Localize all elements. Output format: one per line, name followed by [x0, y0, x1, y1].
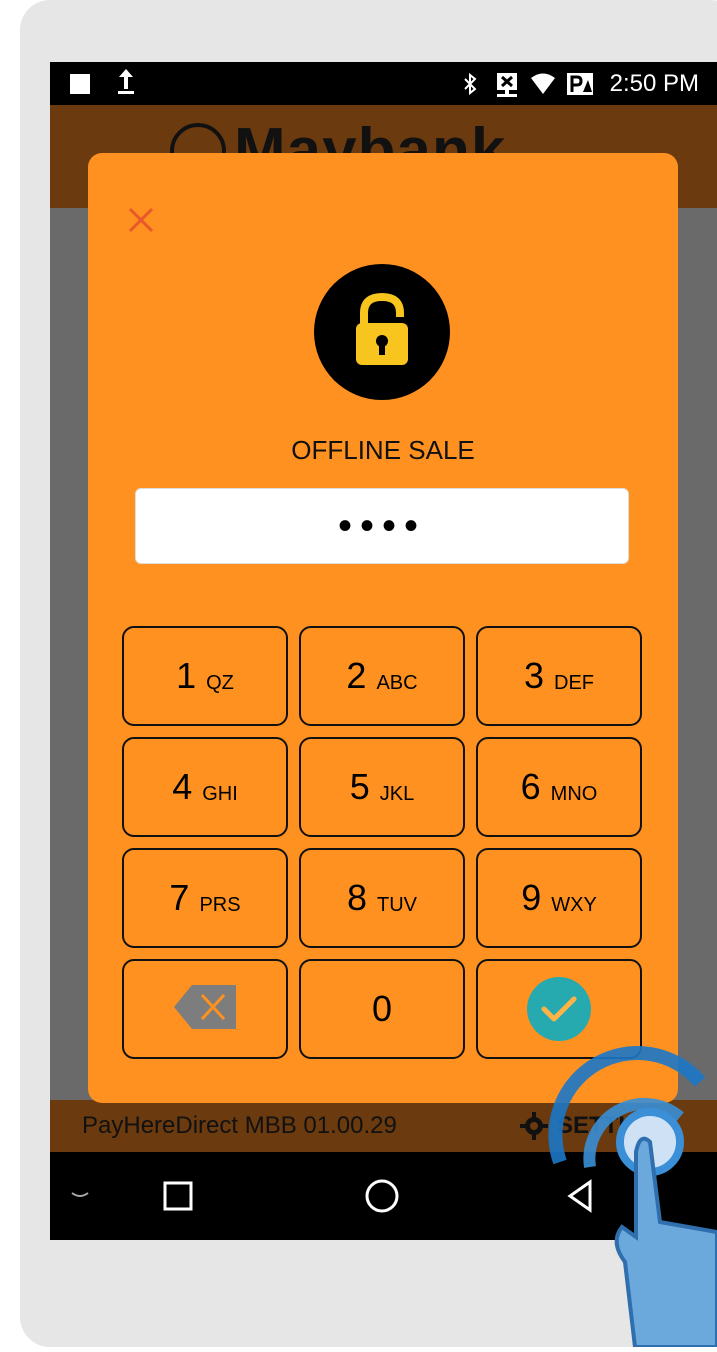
key-number: 4	[172, 766, 193, 807]
key-number: 2	[346, 655, 367, 696]
wifi-icon	[530, 72, 555, 96]
key-5[interactable]: 5 JKL	[299, 737, 465, 837]
settings-label: SETTINGS	[556, 1112, 677, 1139]
lock-icon	[350, 291, 414, 374]
key-3[interactable]: 3 DEF	[476, 626, 642, 726]
key-0[interactable]: 0	[299, 959, 465, 1059]
key-number: 9	[521, 877, 542, 918]
key-letters: WXY	[551, 893, 597, 916]
key-number: 0	[371, 988, 393, 1029]
key-number: 1	[176, 655, 197, 696]
notification-icon	[566, 72, 593, 96]
settings-button[interactable]: SETTINGS	[519, 1111, 677, 1141]
status-time: 2:50 PM	[609, 69, 699, 97]
recents-icon[interactable]	[158, 1152, 198, 1240]
android-nav-bar	[50, 1152, 717, 1240]
key-6[interactable]: 6 MNO	[476, 737, 642, 837]
network-x-icon	[494, 72, 518, 97]
keyboard-hide-icon[interactable]	[60, 1152, 100, 1240]
home-icon[interactable]	[362, 1152, 402, 1240]
key-number: 5	[349, 766, 370, 807]
app-footer: PayHereDirect MBB 01.00.29 SETTINGS	[50, 1100, 717, 1152]
key-letters: GHI	[202, 782, 238, 805]
key-2[interactable]: 2 ABC	[299, 626, 465, 726]
key-7[interactable]: 7 PRS	[122, 848, 288, 948]
backspace-key[interactable]	[122, 959, 288, 1059]
key-8[interactable]: 8 TUV	[299, 848, 465, 948]
version-label: PayHereDirect MBB 01.00.29	[82, 1112, 397, 1139]
key-number: 8	[346, 877, 368, 918]
key-number: 6	[520, 766, 541, 807]
key-9[interactable]: 9 WXY	[476, 848, 642, 948]
upload-icon	[116, 67, 136, 101]
key-letters: JKL	[379, 782, 415, 805]
key-letters: TUV	[377, 893, 418, 916]
pin-input[interactable]	[135, 488, 629, 564]
gear-icon	[519, 1111, 549, 1141]
key-letters: MNO	[550, 782, 598, 805]
lock-badge	[314, 264, 450, 400]
key-number: 3	[523, 655, 545, 696]
back-icon[interactable]	[560, 1152, 600, 1240]
check-icon	[527, 977, 591, 1041]
key-letters: QZ	[206, 671, 234, 694]
key-letters: ABC	[376, 671, 418, 694]
confirm-key[interactable]	[476, 959, 642, 1059]
key-1[interactable]: 1 QZ	[122, 626, 288, 726]
backspace-icon	[172, 983, 238, 1036]
key-letters: PRS	[199, 893, 241, 916]
bluetooth-icon	[458, 72, 482, 96]
close-icon[interactable]	[124, 203, 158, 237]
key-4[interactable]: 4 GHI	[122, 737, 288, 837]
key-number: 7	[169, 877, 190, 918]
square-icon	[70, 74, 90, 94]
status-bar: 2:50 PM	[50, 62, 717, 105]
dialog-title: OFFLINE SALE	[291, 435, 475, 465]
key-letters: DEF	[554, 671, 595, 694]
offline-sale-dialog: OFFLINE SALE 1 QZ 2 ABC 3 DEF 4 GHI 5 JK…	[88, 153, 678, 1103]
keypad: 1 QZ 2 ABC 3 DEF 4 GHI 5 JKL 6 MNO 7 PRS…	[122, 626, 642, 1059]
